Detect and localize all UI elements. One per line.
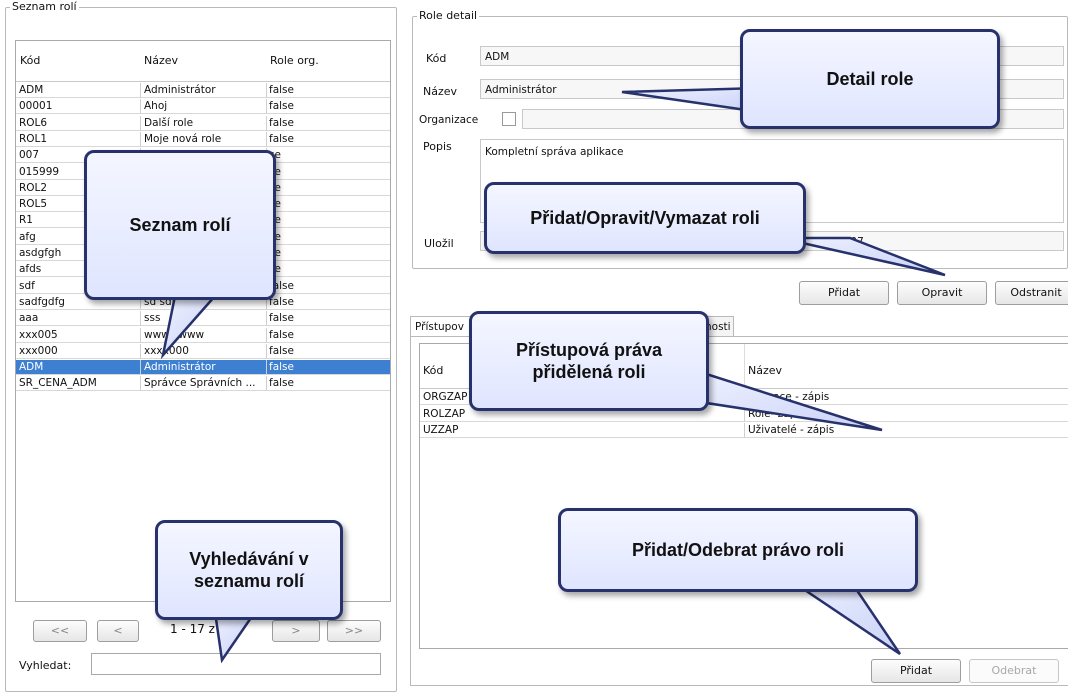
callout-pridat-odebrat: Přidat/Odebrat právo roli	[558, 508, 918, 592]
pointer-seznam-roli	[160, 294, 218, 360]
callout-pridat-opravit: Přidat/Opravit/Vymazat roli	[484, 182, 806, 254]
callout-pristupova-line2: přidělená roli	[532, 362, 646, 382]
pointer-pristupova	[698, 370, 883, 432]
callout-vyhledavani-line1: Vyhledávání v	[189, 549, 309, 569]
callout-detail-role: Detail role	[740, 29, 1000, 129]
callout-vyhledavani: Vyhledávání v seznamu rolí	[155, 520, 343, 620]
callout-vyhledavani-line2: seznamu rolí	[193, 571, 305, 591]
callout-pristupova-prava: Přístupová práva přidělená roli	[469, 311, 709, 411]
callout-pristupova-line1: Přístupová práva	[515, 340, 663, 360]
callout-seznam-roli: Seznam rolí	[84, 150, 276, 300]
